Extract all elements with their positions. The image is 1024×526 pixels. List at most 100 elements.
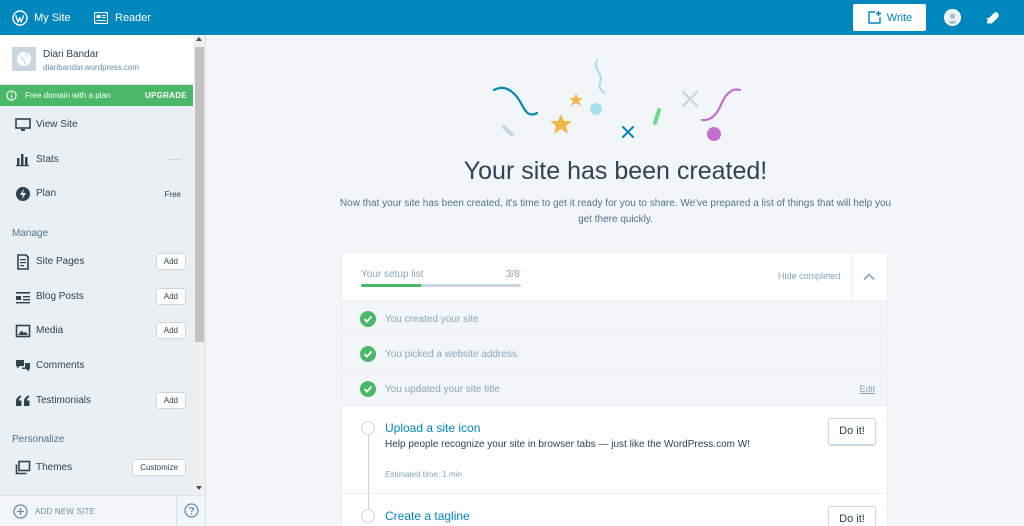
add-post-button[interactable]: Add (155, 288, 186, 305)
task-create-tagline[interactable]: Create a tagline Do it! (342, 494, 887, 526)
stats-icon (16, 154, 29, 167)
pages-icon (17, 254, 29, 270)
completed-task[interactable]: You created your site (342, 301, 887, 336)
wordpress-logo-icon (12, 9, 28, 26)
hide-completed-link[interactable]: Hide completed (778, 271, 841, 281)
sidebar-item-themes[interactable]: Themes Customize (0, 451, 193, 485)
checkmark-icon (360, 346, 376, 362)
sidebar-item-testimonials[interactable]: Testimonials Add (0, 384, 193, 418)
manage-heading: Manage (12, 228, 49, 239)
add-new-site-label: ADD NEW SITE (35, 507, 96, 516)
setup-progress-bar (361, 284, 521, 287)
header-divider (851, 253, 852, 301)
customize-button[interactable]: Customize (132, 459, 186, 476)
page-description: Now that your site has been created, it'… (339, 198, 892, 225)
plan-value: Free (164, 189, 181, 199)
sidebar-item-stats[interactable]: Stats (0, 143, 193, 177)
sidebar-item-label: Themes (36, 462, 73, 473)
edit-site-title-link[interactable]: Edit (859, 384, 875, 394)
comments-icon (16, 360, 30, 372)
upgrade-text: Free domain with a plan (25, 91, 111, 100)
sidebar-item-label: Blog Posts (36, 291, 84, 302)
sidebar-item-label: Site Pages (36, 256, 85, 267)
info-icon (6, 90, 17, 101)
checkmark-icon (360, 311, 376, 327)
completed-task[interactable]: You picked a website address (342, 336, 887, 371)
task-estimated-time: Estimated time: 1 min (385, 470, 462, 479)
checklist-header: Your setup list 3/8 Hide completed (342, 253, 887, 301)
sidebar-menu: Diari Bandar diaribandar.wordpress.com F… (0, 35, 193, 495)
sidebar-item-comments[interactable]: Comments (0, 349, 193, 383)
avatar-icon (947, 13, 958, 24)
reader-link[interactable]: Reader (94, 0, 151, 35)
user-avatar[interactable] (944, 9, 961, 26)
setup-list-label: Your setup list (361, 269, 424, 280)
sidebar-scrollbar[interactable] (193, 35, 205, 495)
task-title[interactable]: Upload a site icon (385, 421, 480, 435)
scroll-down-arrow-icon[interactable] (196, 486, 202, 490)
do-it-button[interactable]: Do it! (828, 506, 876, 526)
add-new-site-link[interactable]: ADD NEW SITE (13, 504, 95, 519)
page-title: Your site has been created! (463, 157, 768, 185)
personalize-heading: Personalize (12, 434, 65, 445)
upgrade-nudge[interactable]: Free domain with a plan UPGRADE (0, 85, 193, 106)
stats-sparkline (169, 159, 181, 160)
reader-icon (94, 11, 108, 24)
scroll-up-arrow-icon[interactable] (196, 37, 202, 41)
sidebar-item-media[interactable]: Media Add (0, 314, 193, 348)
sidebar-item-label: Stats (36, 154, 59, 165)
my-site-label: My Site (34, 11, 71, 24)
task-label: You updated your site title (385, 384, 500, 395)
timeline-line (368, 434, 369, 494)
sidebar: Diari Bandar diaribandar.wordpress.com F… (0, 35, 206, 526)
site-title: Diari Bandar (43, 49, 99, 60)
task-description: Help people recognize your site in brows… (385, 439, 750, 450)
sidebar-item-view-site[interactable]: View Site (0, 108, 193, 142)
posts-icon (16, 292, 30, 304)
add-page-button[interactable]: Add (155, 253, 186, 270)
sidebar-item-blog-posts[interactable]: Blog Posts Add (0, 280, 193, 314)
checkmark-icon (360, 381, 376, 397)
quote-icon (16, 395, 30, 406)
current-site-card[interactable]: Diari Bandar diaribandar.wordpress.com (0, 35, 193, 85)
sidebar-item-site-pages[interactable]: Site Pages Add (0, 245, 193, 279)
plus-circle-icon (13, 504, 28, 519)
task-title[interactable]: Create a tagline (385, 509, 470, 523)
monitor-icon (15, 118, 31, 131)
write-button[interactable]: Write (853, 4, 926, 31)
setup-checklist-card: Your setup list 3/8 Hide completed You c… (341, 252, 888, 526)
sidebar-item-label: Comments (36, 360, 85, 371)
notifications-button[interactable] (985, 9, 1001, 30)
help-icon[interactable] (184, 503, 199, 518)
add-testimonial-button[interactable]: Add (155, 392, 186, 409)
setup-progress-fill (361, 284, 421, 287)
bell-icon (986, 12, 999, 24)
task-status-circle (361, 509, 375, 523)
chevron-up-icon[interactable] (862, 270, 876, 284)
globe-icon (17, 52, 31, 66)
site-domain: diaribandar.wordpress.com (43, 63, 140, 72)
plan-icon (16, 187, 30, 201)
reader-label: Reader (115, 11, 152, 24)
masterbar: My Site Reader Write (0, 0, 1024, 35)
sidebar-item-label: Media (36, 325, 64, 336)
site-icon (12, 47, 36, 71)
add-media-button[interactable]: Add (155, 322, 186, 339)
sidebar-item-label: Plan (36, 188, 57, 199)
my-site-link[interactable]: My Site (12, 0, 71, 35)
media-icon (15, 324, 31, 338)
sidebar-item-plan[interactable]: Plan Free (0, 177, 193, 211)
scroll-thumb[interactable] (195, 47, 204, 342)
task-upload-site-icon[interactable]: Upload a site icon Help people recognize… (342, 406, 887, 494)
do-it-button[interactable]: Do it! (828, 418, 876, 446)
write-label: Write (886, 11, 913, 24)
task-label: You picked a website address (385, 349, 517, 360)
write-icon (868, 11, 881, 24)
completed-task[interactable]: You updated your site title Edit (342, 371, 887, 406)
upgrade-link[interactable]: UPGRADE (145, 91, 187, 100)
sidebar-item-label: Testimonials (36, 395, 92, 406)
themes-icon (15, 460, 31, 475)
footer-divider (176, 496, 177, 526)
setup-count: 3/8 (506, 269, 520, 280)
main-content: Your site has been created! Now that you… (207, 35, 1024, 526)
